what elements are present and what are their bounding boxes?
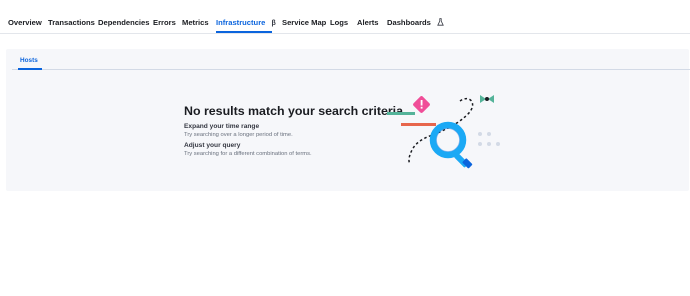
tab-overview[interactable]: Overview	[8, 18, 42, 27]
tab-hosts[interactable]: Hosts	[20, 57, 38, 64]
tab-dashboards[interactable]: Dashboards	[387, 18, 444, 27]
beta-icon: β	[271, 20, 276, 27]
teal-bar-shape	[387, 112, 415, 115]
tip-text-query: Try searching for a different combinatio…	[184, 151, 312, 157]
bow-decoration-icon	[480, 95, 494, 103]
tab-alerts[interactable]: Alerts	[357, 18, 379, 27]
tab-errors[interactable]: Errors	[153, 18, 176, 27]
empty-state-panel: Hosts No results match your search crite…	[6, 49, 690, 191]
subtab-bar: Hosts	[12, 57, 690, 70]
orange-bar-shape	[401, 123, 436, 126]
tab-metrics[interactable]: Metrics	[182, 18, 209, 27]
empty-state-title: No results match your search criteria	[184, 104, 403, 118]
tab-infrastructure-label: Infrastructure	[216, 18, 266, 27]
magnifying-glass-illustration	[387, 95, 500, 169]
active-subtab-indicator	[18, 68, 42, 70]
alert-diamond-icon	[413, 96, 430, 113]
tip-text-time-range: Try searching over a longer period of ti…	[184, 132, 293, 138]
tab-logs[interactable]: Logs	[330, 18, 348, 27]
magnifying-glass-icon	[429, 121, 473, 169]
flask-icon	[437, 18, 444, 26]
tab-dependencies[interactable]: Dependencies	[98, 18, 150, 27]
tab-infrastructure[interactable]: Infrastructure β	[216, 18, 276, 27]
dot-grid-decoration	[478, 132, 500, 146]
tip-heading-query: Adjust your query	[184, 142, 241, 149]
tab-dashboards-label: Dashboards	[387, 18, 431, 27]
tab-transactions[interactable]: Transactions	[48, 18, 95, 27]
tip-heading-time-range: Expand your time range	[184, 123, 260, 130]
active-tab-indicator	[216, 31, 272, 33]
top-tab-bar: Overview Transactions Dependencies Error…	[0, 0, 690, 34]
tab-service-map[interactable]: Service Map	[282, 18, 326, 27]
